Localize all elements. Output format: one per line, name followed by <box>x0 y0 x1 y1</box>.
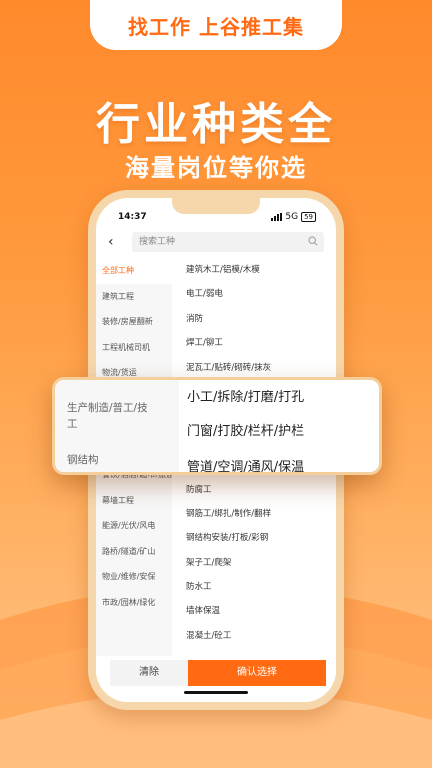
trade-item[interactable]: 钢筋工/绑扎/制作/翻样 <box>186 502 336 526</box>
clear-button[interactable]: 清除 <box>110 660 188 686</box>
network-type: 5G <box>285 212 299 222</box>
banner-tab-text: 找工作 上谷推工集 <box>128 14 304 39</box>
signal-icon <box>271 213 283 221</box>
trade-item[interactable]: 防腐工 <box>186 478 336 502</box>
category-item[interactable]: 装修/房屋翻新 <box>96 309 172 335</box>
status-bar: 14:37 5G 59 <box>96 212 336 228</box>
back-arrow-icon[interactable]: ‹ <box>108 234 114 250</box>
category-item[interactable]: 全部工种 <box>96 258 172 284</box>
zoomed-category-sidebar: 生产制造/普工/技工 钢结构 <box>55 380 179 472</box>
zoomed-category-item[interactable]: 生产制造/普工/技工 <box>67 400 157 432</box>
trade-item[interactable]: 焊工/铆工 <box>186 331 336 355</box>
top-banner-tab: 找工作 上谷推工集 <box>90 0 342 50</box>
category-item[interactable]: 建筑工程 <box>96 284 172 310</box>
trade-item[interactable]: 钢结构安装/打板/彩钢 <box>186 526 336 550</box>
status-time: 14:37 <box>118 212 147 222</box>
category-item[interactable]: 路桥/隧道/矿山 <box>96 539 172 565</box>
subheadline: 海量岗位等你选 <box>125 154 307 182</box>
home-indicator <box>184 691 248 694</box>
trade-item[interactable]: 消防 <box>186 307 336 331</box>
search-placeholder: 搜索工种 <box>139 237 176 247</box>
headline: 行业种类全 <box>96 99 336 150</box>
trade-item[interactable]: 建筑木工/铝模/木模 <box>186 258 336 282</box>
trade-item[interactable]: 混凝土/砼工 <box>186 624 336 648</box>
battery-icon: 59 <box>301 212 316 222</box>
trade-item[interactable]: 防水工 <box>186 575 336 599</box>
zoomed-trade-item[interactable]: 小工/拆除/打磨/打孔 <box>187 386 304 405</box>
category-item[interactable]: 能源/光伏/风电 <box>96 513 172 539</box>
search-icon <box>308 236 318 246</box>
trade-item[interactable]: 电工/弱电 <box>186 282 336 306</box>
category-item[interactable]: 幕墙工程 <box>96 488 172 514</box>
category-item[interactable]: 市政/园林/绿化 <box>96 590 172 616</box>
search-row: ‹ 搜索工种 <box>96 232 336 254</box>
trade-item[interactable]: 墙体保温 <box>186 599 336 623</box>
zoomed-trade-list: 小工/拆除/打磨/打孔 门窗/打胶/栏杆/护栏 管道/空调/通风/保温 <box>187 380 379 472</box>
category-item[interactable]: 物业/维修/安保 <box>96 564 172 590</box>
zoomed-category-item[interactable]: 钢结构 <box>67 452 157 468</box>
zoomed-trade-item[interactable]: 门窗/打胶/栏杆/护栏 <box>187 420 304 439</box>
bottom-action-bar: 清除 确认选择 <box>96 656 336 702</box>
zoomed-trade-item[interactable]: 管道/空调/通风/保温 <box>187 456 304 472</box>
category-item[interactable]: 工程机械司机 <box>96 335 172 361</box>
trade-item[interactable]: 架子工/爬架 <box>186 551 336 575</box>
zoomed-category-card: 生产制造/普工/技工 钢结构 小工/拆除/打磨/打孔 门窗/打胶/栏杆/护栏 管… <box>52 377 382 475</box>
search-input[interactable]: 搜索工种 <box>132 232 324 252</box>
confirm-selection-button[interactable]: 确认选择 <box>188 660 326 686</box>
